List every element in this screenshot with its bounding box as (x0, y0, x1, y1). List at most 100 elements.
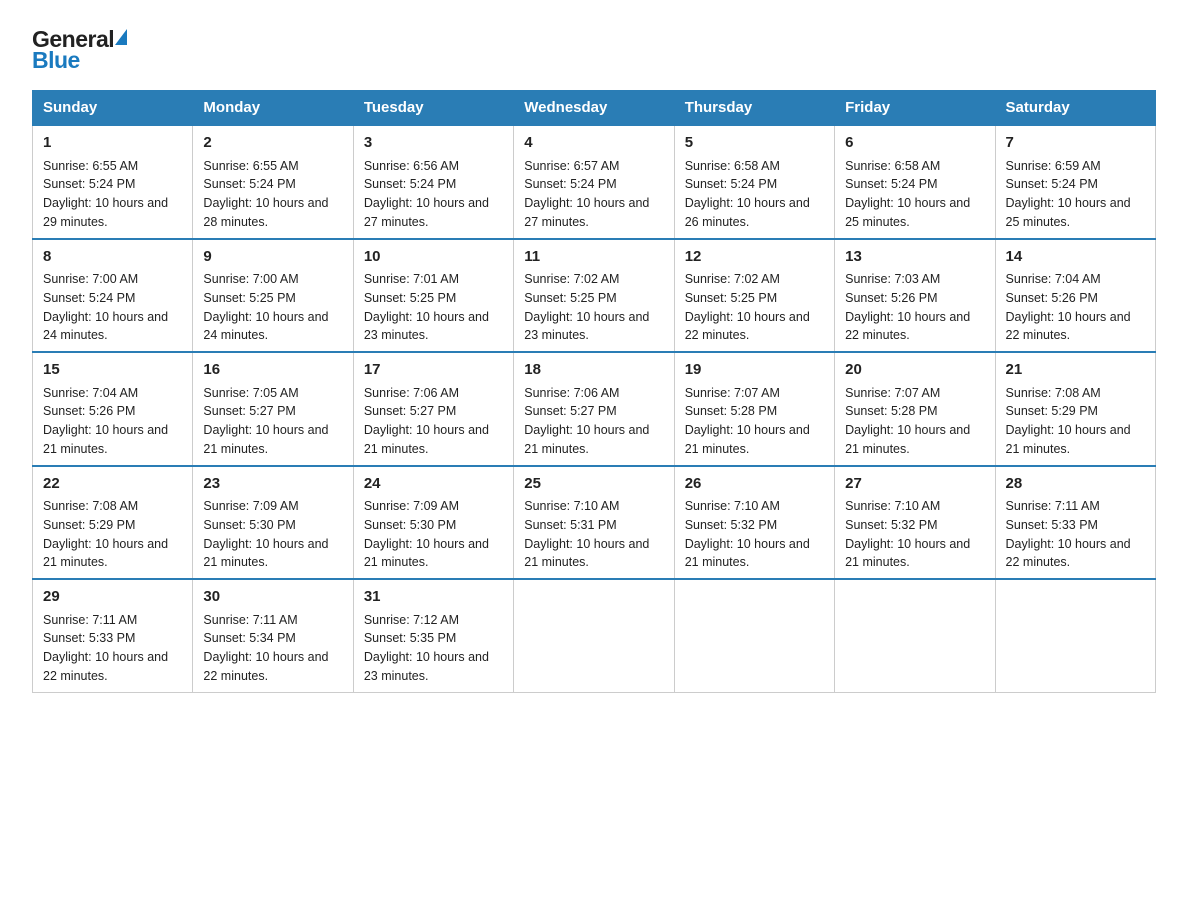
day-number: 14 (1006, 246, 1145, 269)
sunrise-text: Sunrise: 7:00 AM (203, 270, 342, 289)
calendar-cell: 16Sunrise: 7:05 AMSunset: 5:27 PMDayligh… (193, 352, 353, 466)
calendar-cell: 7Sunrise: 6:59 AMSunset: 5:24 PMDaylight… (995, 125, 1155, 239)
calendar-cell: 8Sunrise: 7:00 AMSunset: 5:24 PMDaylight… (33, 239, 193, 353)
calendar-cell: 14Sunrise: 7:04 AMSunset: 5:26 PMDayligh… (995, 239, 1155, 353)
sunset-text: Sunset: 5:26 PM (1006, 289, 1145, 308)
col-header-wednesday: Wednesday (514, 91, 674, 126)
daylight-text: Daylight: 10 hours and 22 minutes. (1006, 308, 1145, 346)
daylight-text: Daylight: 10 hours and 21 minutes. (845, 535, 984, 573)
sunset-text: Sunset: 5:33 PM (1006, 516, 1145, 535)
calendar-week-row: 8Sunrise: 7:00 AMSunset: 5:24 PMDaylight… (33, 239, 1156, 353)
col-header-saturday: Saturday (995, 91, 1155, 126)
calendar-week-row: 15Sunrise: 7:04 AMSunset: 5:26 PMDayligh… (33, 352, 1156, 466)
daylight-text: Daylight: 10 hours and 27 minutes. (364, 194, 503, 232)
sunrise-text: Sunrise: 7:06 AM (524, 384, 663, 403)
daylight-text: Daylight: 10 hours and 27 minutes. (524, 194, 663, 232)
sunrise-text: Sunrise: 6:58 AM (685, 157, 824, 176)
calendar-cell: 30Sunrise: 7:11 AMSunset: 5:34 PMDayligh… (193, 579, 353, 692)
sunset-text: Sunset: 5:25 PM (524, 289, 663, 308)
sunset-text: Sunset: 5:25 PM (685, 289, 824, 308)
calendar-header-row: SundayMondayTuesdayWednesdayThursdayFrid… (33, 91, 1156, 126)
col-header-sunday: Sunday (33, 91, 193, 126)
daylight-text: Daylight: 10 hours and 21 minutes. (364, 535, 503, 573)
daylight-text: Daylight: 10 hours and 23 minutes. (364, 308, 503, 346)
sunset-text: Sunset: 5:24 PM (524, 175, 663, 194)
calendar-cell (674, 579, 834, 692)
day-number: 5 (685, 132, 824, 155)
sunrise-text: Sunrise: 7:03 AM (845, 270, 984, 289)
sunset-text: Sunset: 5:27 PM (203, 402, 342, 421)
day-number: 24 (364, 473, 503, 496)
sunset-text: Sunset: 5:32 PM (845, 516, 984, 535)
day-number: 27 (845, 473, 984, 496)
sunset-text: Sunset: 5:33 PM (43, 629, 182, 648)
calendar-cell: 3Sunrise: 6:56 AMSunset: 5:24 PMDaylight… (353, 125, 513, 239)
sunset-text: Sunset: 5:30 PM (203, 516, 342, 535)
col-header-friday: Friday (835, 91, 995, 126)
day-number: 2 (203, 132, 342, 155)
day-number: 4 (524, 132, 663, 155)
calendar-cell: 17Sunrise: 7:06 AMSunset: 5:27 PMDayligh… (353, 352, 513, 466)
day-number: 29 (43, 586, 182, 609)
calendar-week-row: 1Sunrise: 6:55 AMSunset: 5:24 PMDaylight… (33, 125, 1156, 239)
day-number: 8 (43, 246, 182, 269)
sunrise-text: Sunrise: 6:59 AM (1006, 157, 1145, 176)
day-number: 28 (1006, 473, 1145, 496)
daylight-text: Daylight: 10 hours and 24 minutes. (43, 308, 182, 346)
daylight-text: Daylight: 10 hours and 22 minutes. (43, 648, 182, 686)
logo-blue: Blue (32, 47, 127, 74)
sunset-text: Sunset: 5:24 PM (43, 175, 182, 194)
day-number: 10 (364, 246, 503, 269)
daylight-text: Daylight: 10 hours and 25 minutes. (1006, 194, 1145, 232)
sunrise-text: Sunrise: 7:04 AM (1006, 270, 1145, 289)
day-number: 21 (1006, 359, 1145, 382)
day-number: 18 (524, 359, 663, 382)
calendar-cell (835, 579, 995, 692)
daylight-text: Daylight: 10 hours and 23 minutes. (524, 308, 663, 346)
sunset-text: Sunset: 5:27 PM (364, 402, 503, 421)
sunset-text: Sunset: 5:24 PM (43, 289, 182, 308)
col-header-tuesday: Tuesday (353, 91, 513, 126)
daylight-text: Daylight: 10 hours and 22 minutes. (203, 648, 342, 686)
calendar-cell: 4Sunrise: 6:57 AMSunset: 5:24 PMDaylight… (514, 125, 674, 239)
sunset-text: Sunset: 5:24 PM (364, 175, 503, 194)
sunrise-text: Sunrise: 7:02 AM (685, 270, 824, 289)
day-number: 15 (43, 359, 182, 382)
daylight-text: Daylight: 10 hours and 21 minutes. (1006, 421, 1145, 459)
sunrise-text: Sunrise: 7:11 AM (1006, 497, 1145, 516)
page-header: General Blue (32, 24, 1156, 74)
sunrise-text: Sunrise: 7:10 AM (845, 497, 984, 516)
sunrise-text: Sunrise: 7:10 AM (685, 497, 824, 516)
calendar-cell (995, 579, 1155, 692)
sunset-text: Sunset: 5:34 PM (203, 629, 342, 648)
sunset-text: Sunset: 5:24 PM (685, 175, 824, 194)
calendar-cell: 2Sunrise: 6:55 AMSunset: 5:24 PMDaylight… (193, 125, 353, 239)
calendar-cell: 12Sunrise: 7:02 AMSunset: 5:25 PMDayligh… (674, 239, 834, 353)
day-number: 26 (685, 473, 824, 496)
calendar-cell: 31Sunrise: 7:12 AMSunset: 5:35 PMDayligh… (353, 579, 513, 692)
daylight-text: Daylight: 10 hours and 21 minutes. (685, 421, 824, 459)
sunrise-text: Sunrise: 6:55 AM (43, 157, 182, 176)
sunrise-text: Sunrise: 7:09 AM (203, 497, 342, 516)
calendar-cell: 6Sunrise: 6:58 AMSunset: 5:24 PMDaylight… (835, 125, 995, 239)
day-number: 31 (364, 586, 503, 609)
sunrise-text: Sunrise: 6:55 AM (203, 157, 342, 176)
day-number: 9 (203, 246, 342, 269)
daylight-text: Daylight: 10 hours and 21 minutes. (685, 535, 824, 573)
sunrise-text: Sunrise: 7:10 AM (524, 497, 663, 516)
daylight-text: Daylight: 10 hours and 23 minutes. (364, 648, 503, 686)
calendar-cell: 10Sunrise: 7:01 AMSunset: 5:25 PMDayligh… (353, 239, 513, 353)
daylight-text: Daylight: 10 hours and 29 minutes. (43, 194, 182, 232)
calendar-table: SundayMondayTuesdayWednesdayThursdayFrid… (32, 90, 1156, 693)
daylight-text: Daylight: 10 hours and 21 minutes. (43, 421, 182, 459)
daylight-text: Daylight: 10 hours and 26 minutes. (685, 194, 824, 232)
sunset-text: Sunset: 5:28 PM (845, 402, 984, 421)
sunrise-text: Sunrise: 7:12 AM (364, 611, 503, 630)
sunset-text: Sunset: 5:28 PM (685, 402, 824, 421)
sunrise-text: Sunrise: 7:07 AM (685, 384, 824, 403)
col-header-monday: Monday (193, 91, 353, 126)
sunset-text: Sunset: 5:29 PM (43, 516, 182, 535)
calendar-cell: 22Sunrise: 7:08 AMSunset: 5:29 PMDayligh… (33, 466, 193, 580)
calendar-cell: 23Sunrise: 7:09 AMSunset: 5:30 PMDayligh… (193, 466, 353, 580)
day-number: 25 (524, 473, 663, 496)
